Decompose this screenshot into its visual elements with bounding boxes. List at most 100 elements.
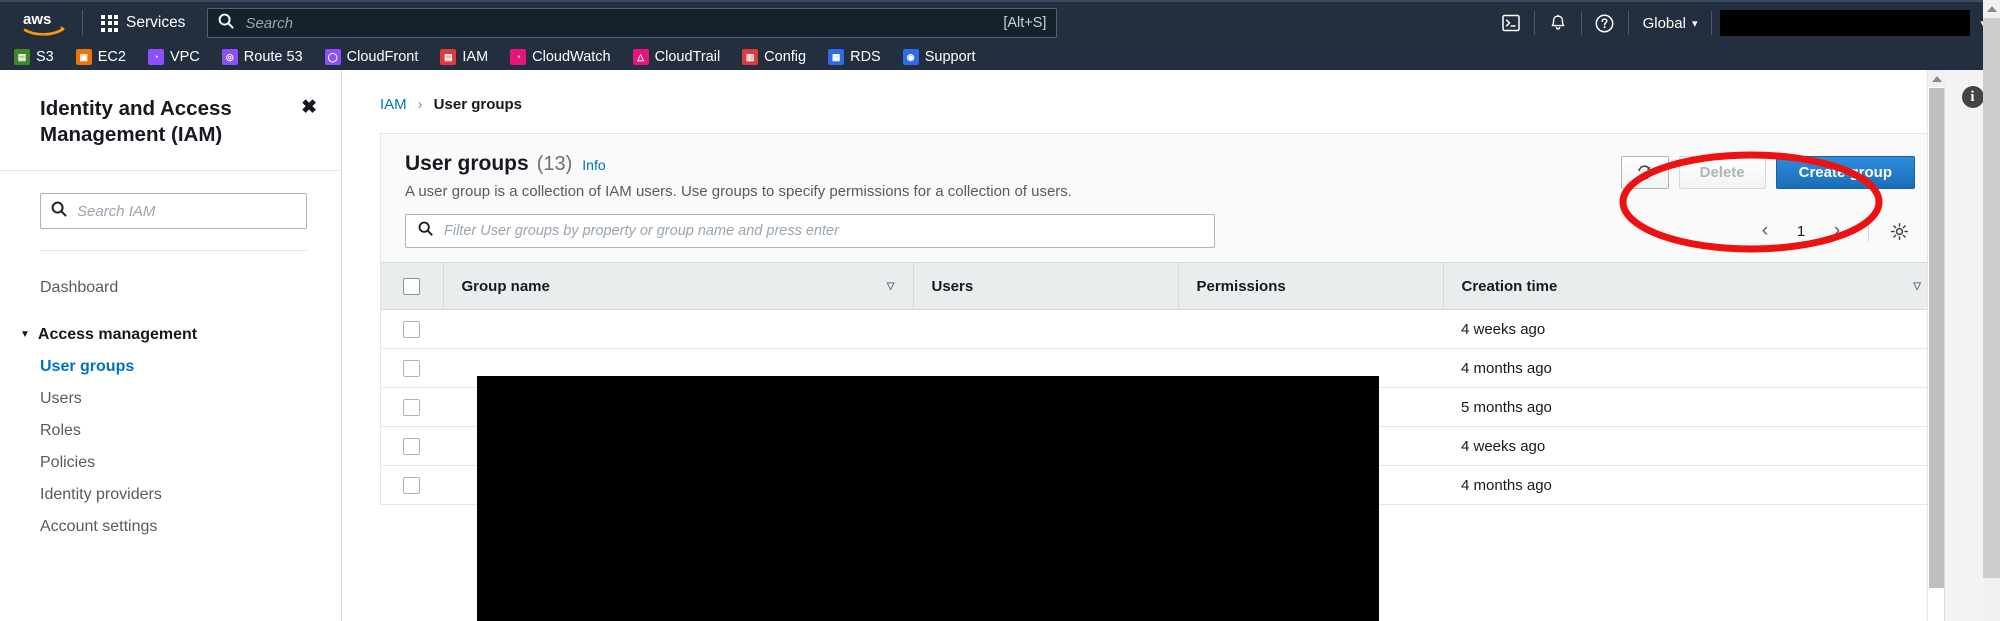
global-search-box[interactable]: [Alt+S] [207,8,1058,38]
shortcut-s3[interactable]: ▤ S3 [14,49,54,65]
sidebar-item-account-settings[interactable]: Account settings [0,511,341,543]
sidebar-title: Identity and Access Management (IAM) [40,97,232,147]
window-scrollbar[interactable] [1983,0,2000,621]
cell-creation-time: 4 weeks ago [1443,426,1939,466]
content-scrollbar[interactable] [1927,70,1945,621]
vpc-icon: ◔ [147,49,164,65]
row-checkbox[interactable] [403,398,420,416]
shortcut-iam[interactable]: ▤ IAM [440,49,488,65]
row-checkbox[interactable] [403,437,420,455]
table-row[interactable]: 4 months ago [381,348,1939,388]
account-menu-redacted[interactable] [1720,10,1971,36]
gear-icon[interactable] [1883,215,1915,247]
sidebar-group-access-management[interactable]: ▼ Access management [0,319,341,351]
table-row[interactable]: 4 weeks ago [381,426,1939,466]
sidebar-nav: Dashboard ▼ Access management User group… [0,251,341,542]
shortcut-route53[interactable]: ◎ Route 53 [221,49,303,65]
aws-logo[interactable]: aws [14,1,76,45]
services-menu-button[interactable]: Services [89,1,197,45]
aws-console-page: aws Services [Alt+S] [0,0,2000,621]
config-icon: ▥ [742,49,759,65]
next-page-button[interactable]: › [1820,214,1854,248]
table-body: 4 weeks ago 4 months ago 5 months ago 4 … [381,309,1939,505]
top-navigation-bar: aws Services [Alt+S] [0,0,2000,44]
row-select-cell [381,465,443,505]
column-header-group-name[interactable]: Group name ▽ [442,262,913,310]
search-iam-input[interactable] [75,201,296,221]
column-header-users[interactable]: Users [912,262,1178,310]
shortcut-label: RDS [850,49,881,65]
shortcut-config[interactable]: ▥ Config [742,49,806,65]
shortcut-ec2[interactable]: ▣ EC2 [75,49,126,65]
bell-icon[interactable] [1535,1,1581,45]
shortcut-vpc[interactable]: ◔ VPC [147,49,200,65]
cell-permissions [1178,426,1443,466]
sidebar-item-users[interactable]: Users [0,383,341,415]
region-label: Global [1642,14,1686,32]
shortcut-label: CloudFront [346,49,419,65]
window-scroll-up-button[interactable] [1983,0,2000,17]
filter-input[interactable] [442,222,1202,240]
user-groups-panel: User groups (13) Info A user group is a … [380,133,1940,505]
help-icon[interactable] [1582,1,1628,45]
prev-page-button[interactable]: ‹ [1748,214,1782,248]
sidebar-item-policies[interactable]: Policies [0,447,341,479]
shortcut-label: VPC [169,49,200,65]
close-icon[interactable]: ✖ [301,96,317,117]
scroll-up-button[interactable] [1928,70,1945,87]
shortcut-label: EC2 [97,49,126,65]
cell-users [913,348,1178,388]
sidebar-item-dashboard[interactable]: Dashboard [0,269,341,306]
panel-header: User groups (13) Info A user group is a … [381,134,1939,214]
s3-icon: ▤ [14,49,30,65]
cell-creation-time: 5 months ago [1443,387,1939,427]
refresh-button[interactable] [1620,156,1669,189]
ec2-icon: ▣ [75,49,92,65]
search-input[interactable] [243,10,996,36]
delete-button[interactable]: Delete [1678,156,1766,189]
shortcut-cloudfront[interactable]: ◯ CloudFront [324,49,419,65]
create-group-button[interactable]: Create group [1775,156,1915,189]
row-checkbox[interactable] [403,476,420,494]
cell-creation-time: 4 weeks ago [1443,309,1939,349]
sort-icon: ▽ [886,280,895,292]
row-checkbox[interactable] [403,359,420,377]
search-icon [418,221,433,241]
shortcut-cloudtrail[interactable]: △ CloudTrail [632,49,721,65]
column-header-permissions[interactable]: Permissions [1177,262,1443,310]
region-selector[interactable]: Global ▾ [1629,1,1712,45]
info-link[interactable]: Info [582,157,605,173]
cloudshell-icon[interactable] [1488,1,1534,45]
shortcut-label: CloudWatch [532,49,611,65]
chevron-down-icon: ▾ [1691,17,1698,30]
column-header-creation-time[interactable]: Creation time ▽ [1442,262,1939,310]
shortcut-support[interactable]: ◉ Support [902,49,976,65]
table-row[interactable]: 5 months ago [381,387,1939,427]
sidebar-item-identity-providers[interactable]: Identity providers [0,479,341,511]
row-checkbox[interactable] [403,320,420,338]
window-scrollbar-thumb[interactable] [1983,18,2000,578]
table-row[interactable]: 4 months ago [381,465,1939,505]
cell-users [913,309,1178,349]
select-all-checkbox[interactable] [403,277,420,295]
sidebar-search-box[interactable] [40,193,307,230]
shortcut-rds[interactable]: ▦ RDS [828,49,881,65]
shortcut-label: Support [924,49,976,65]
filter-input-box[interactable] [405,214,1215,248]
sidebar-item-roles[interactable]: Roles [0,415,341,447]
cell-permissions [1178,387,1443,427]
row-select-cell [381,387,443,427]
shortcut-label: CloudTrail [654,49,721,65]
cell-users [913,426,1178,466]
shortcut-cloudwatch[interactable]: ◔ CloudWatch [510,49,611,65]
breadcrumb-link-iam[interactable]: IAM [380,96,407,113]
breadcrumb: IAM › User groups [342,70,2000,113]
nav-divider [82,10,83,36]
scrollbar-thumb[interactable] [1929,88,1944,588]
sidebar-item-user-groups[interactable]: User groups [0,351,341,383]
select-all-header [381,262,443,310]
info-icon[interactable]: i [1961,86,1984,108]
current-page-number[interactable]: 1 [1786,223,1816,240]
column-label: Users [931,277,974,295]
table-row[interactable]: 4 weeks ago [381,309,1939,349]
